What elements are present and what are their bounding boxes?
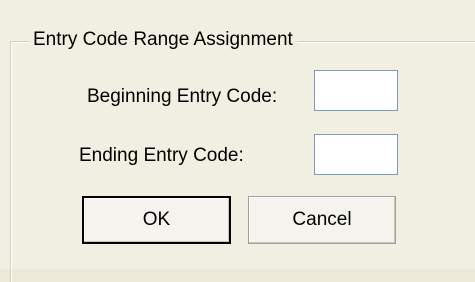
ending-entry-code-label: Ending Entry Code: xyxy=(79,145,244,166)
ok-button[interactable]: OK xyxy=(82,196,231,244)
entry-code-range-dialog: Entry Code Range Assignment Beginning En… xyxy=(0,0,475,282)
beginning-entry-code-input[interactable] xyxy=(314,70,398,111)
cancel-button[interactable]: Cancel xyxy=(248,196,396,244)
beginning-entry-code-label: Beginning Entry Code: xyxy=(87,86,278,107)
groupbox-title: Entry Code Range Assignment xyxy=(29,26,297,54)
ending-entry-code-input[interactable] xyxy=(314,134,398,175)
